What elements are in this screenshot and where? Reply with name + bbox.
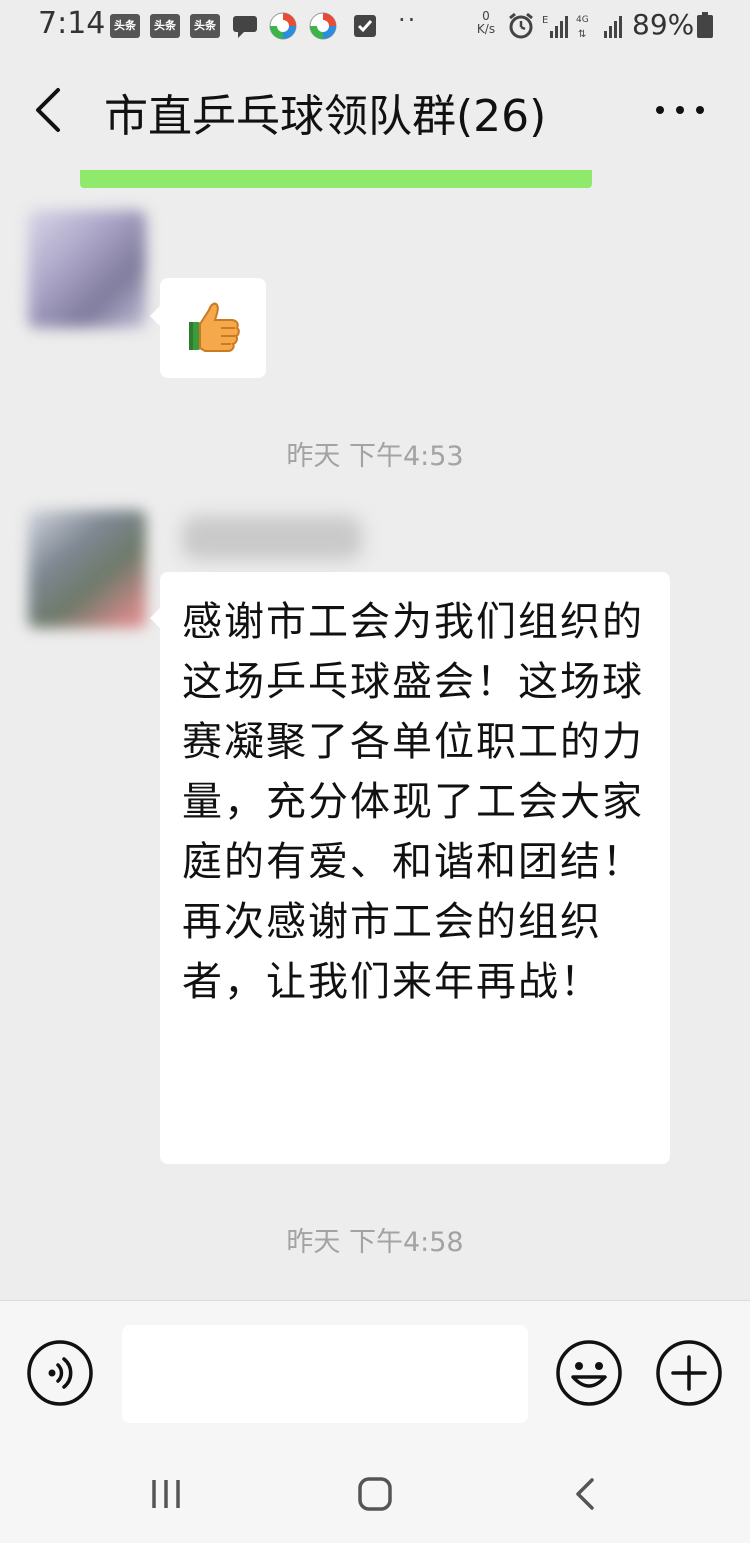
previous-message-bubble-edge (80, 170, 592, 188)
svg-text:E: E (542, 15, 548, 26)
emoji-message-bubble[interactable] (150, 278, 266, 378)
thumbs-up-icon (189, 302, 240, 352)
status-bar: 7:14 头条 头条 头条 ·· 0 K/s E 4G ⇅ 89% (0, 0, 750, 54)
message-icon (233, 16, 257, 38)
more-options-button[interactable] (650, 90, 710, 130)
navigation-bar (0, 1446, 750, 1543)
avatar[interactable] (28, 510, 146, 628)
signal-e-icon: E (542, 15, 568, 38)
svg-text:4G: 4G (576, 15, 589, 25)
network-speed: 0 K/s (470, 10, 502, 36)
more-functions-button[interactable] (655, 1339, 723, 1407)
sender-name (182, 516, 362, 560)
message-text: 感谢市工会为我们组织的这场乒乓球盛会！这场球赛凝聚了各单位职工的力量，充分体现了… (182, 599, 644, 1005)
network-speed-unit: K/s (476, 22, 496, 36)
text-message-bubble[interactable]: 感谢市工会为我们组织的这场乒乓球盛会！这场球赛凝聚了各单位职工的力量，充分体现了… (150, 572, 670, 1164)
back-button[interactable] (28, 84, 72, 136)
message-input[interactable] (122, 1325, 528, 1423)
toutiao-app-icon: 头条 (110, 14, 140, 38)
recent-apps-button[interactable] (146, 1476, 186, 1512)
battery-icon (697, 12, 713, 38)
alarm-icon (509, 12, 533, 39)
voice-input-button[interactable] (26, 1339, 94, 1407)
more-notifications-icon: ·· (398, 6, 418, 34)
message-input-bar (0, 1300, 750, 1446)
signal-strength-icon (604, 16, 622, 38)
checkbox-notification-icon (354, 15, 376, 37)
battery-percentage: 89% (632, 8, 695, 41)
app-notification-icon (309, 12, 337, 40)
message-timestamp: 昨天 下午4:53 (286, 441, 464, 472)
svg-text:⇅: ⇅ (578, 29, 586, 40)
message-timestamp: 昨天 下午4:58 (286, 1227, 464, 1258)
chat-header: 市直乒乓球领队群(26) (0, 54, 750, 170)
toutiao-app-icon: 头条 (190, 14, 220, 38)
home-button[interactable] (355, 1476, 395, 1512)
avatar[interactable] (28, 210, 146, 328)
emoji-button[interactable] (555, 1339, 623, 1407)
app-notification-icon (269, 12, 297, 40)
toutiao-app-icon: 头条 (150, 14, 180, 38)
system-back-button[interactable] (570, 1476, 600, 1512)
status-time: 7:14 (38, 6, 106, 41)
chat-title: 市直乒乓球领队群(26) (104, 91, 547, 142)
